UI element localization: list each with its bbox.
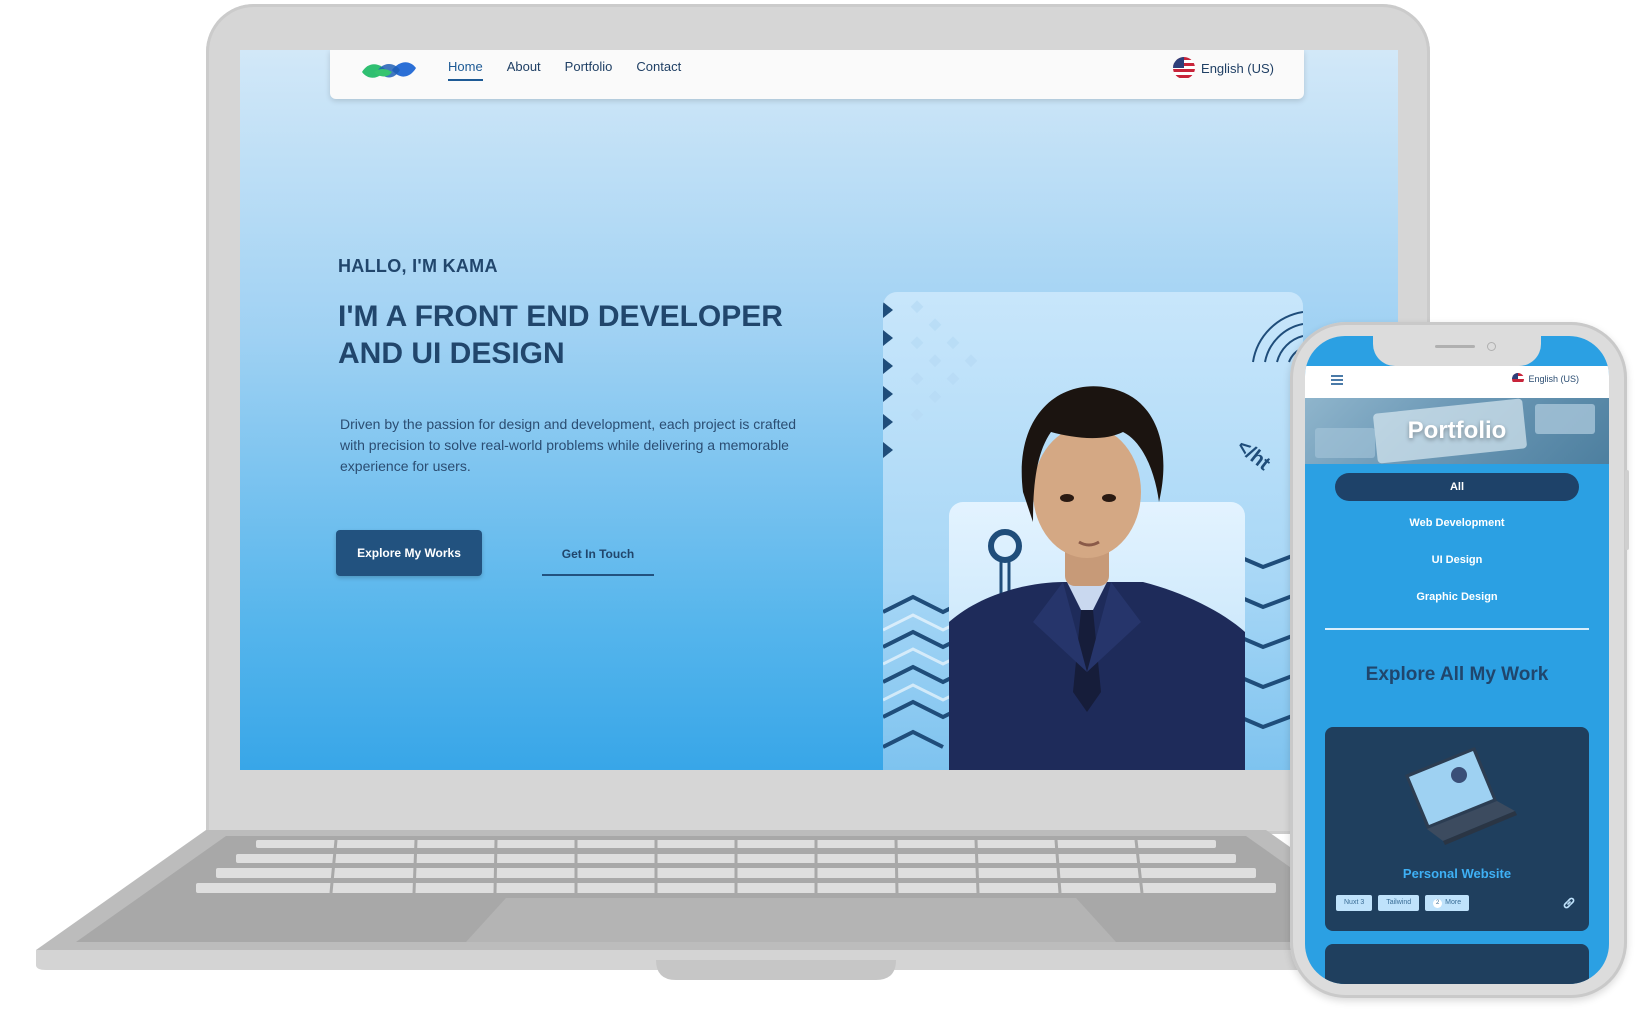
hero-illustration: </ht: [883, 292, 1303, 770]
flag-us-icon: [1512, 373, 1525, 385]
more-count: 2: [1433, 899, 1443, 908]
laptop-keyboard-base: [36, 830, 1436, 990]
nav-link-about[interactable]: About: [507, 59, 541, 81]
explore-section-title: Explore All My Work: [1365, 664, 1549, 685]
filter-graphic-design-button[interactable]: Graphic Design: [1335, 583, 1579, 611]
filter-divider: [1325, 628, 1589, 630]
mobile-language-label: English (US): [1528, 374, 1579, 384]
nav-link-portfolio[interactable]: Portfolio: [565, 59, 613, 81]
filter-web-development-button[interactable]: Web Development: [1335, 509, 1579, 537]
nav-link-home[interactable]: Home: [448, 59, 483, 81]
phone-side-button: [1625, 470, 1629, 550]
logo-icon[interactable]: [360, 58, 418, 84]
hamburger-menu-icon[interactable]: [1331, 375, 1343, 385]
project-tags: Nuxt 3 Tailwind 2 More: [1336, 895, 1470, 911]
link-icon[interactable]: [1561, 895, 1577, 911]
hero-title: I'M A FRONT END DEVELOPER AND UI DESIGN: [338, 300, 783, 370]
portfolio-banner-title: Portfolio: [1407, 417, 1507, 444]
language-label: English (US): [1201, 60, 1274, 76]
filter-all-button[interactable]: All: [1335, 473, 1579, 501]
desktop-navbar: Home About Portfolio Contact English (US…: [330, 50, 1304, 99]
project-thumbnail-laptop: [1405, 747, 1517, 845]
tag-tailwind: Tailwind: [1378, 895, 1420, 911]
nav-links: Home About Portfolio Contact: [448, 59, 681, 81]
flag-us-icon: [1173, 57, 1196, 79]
desktop-website: Home About Portfolio Contact English (US…: [240, 50, 1398, 770]
keyboard-icon: [36, 830, 1436, 980]
more-label: More: [1445, 899, 1462, 906]
speaker-icon: [1435, 345, 1475, 348]
filter-ui-design-button[interactable]: UI Design: [1335, 546, 1579, 574]
project-card-next[interactable]: [1325, 944, 1589, 984]
mobile-website: English (US) Portfolio All Web Developme…: [1305, 336, 1609, 984]
language-selector[interactable]: English (US): [1173, 57, 1274, 79]
tag-nuxt: Nuxt 3: [1336, 895, 1373, 911]
mobile-header: English (US): [1305, 366, 1609, 398]
nav-link-contact[interactable]: Contact: [636, 59, 681, 81]
tag-more: 2 More: [1425, 895, 1470, 911]
portfolio-banner: Portfolio: [1305, 398, 1609, 464]
camera-icon: [1487, 342, 1496, 351]
portrait-image: [949, 386, 1245, 770]
explore-works-button[interactable]: Explore My Works: [336, 530, 482, 576]
hero-greeting: HALLO, I'M KAMA: [338, 256, 498, 276]
phone-notch: [1373, 336, 1541, 366]
project-card[interactable]: Personal Website Nuxt 3 Tailwind 2 More: [1325, 727, 1589, 931]
hero-description: Driven by the passion for design and dev…: [340, 416, 797, 474]
get-in-touch-button[interactable]: Get In Touch: [542, 534, 654, 576]
project-card-title: Personal Website: [1402, 866, 1512, 881]
mobile-language-selector[interactable]: English (US): [1512, 373, 1579, 385]
